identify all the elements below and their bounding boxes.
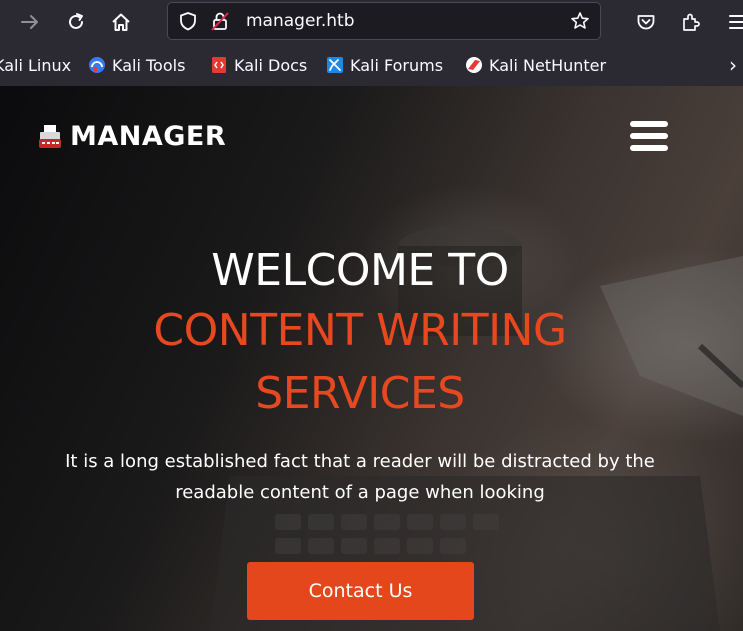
url-text[interactable]: manager.htb bbox=[246, 11, 354, 31]
hero-background-image bbox=[210, 226, 743, 631]
kali-tools-icon bbox=[89, 57, 105, 73]
bookmark-kali-tools[interactable]: Kali Tools bbox=[88, 54, 185, 76]
hamburger-bar bbox=[630, 121, 668, 127]
bookmarks-bar: Kali Linux Kali Tools Kali Docs Kali For… bbox=[0, 44, 743, 87]
forward-arrow-icon[interactable] bbox=[17, 9, 43, 35]
bookmark-star-icon[interactable] bbox=[570, 11, 590, 35]
hamburger-bar bbox=[630, 133, 668, 139]
hero-section: MANAGER WELCOME TO CONTENT WRITING SERVI… bbox=[0, 86, 743, 631]
reload-icon[interactable] bbox=[63, 9, 89, 35]
menu-icon[interactable] bbox=[725, 9, 743, 35]
hamburger-menu-button[interactable] bbox=[630, 121, 670, 153]
pocket-icon[interactable] bbox=[633, 9, 659, 35]
kali-docs-icon bbox=[212, 57, 226, 73]
brand-name: MANAGER bbox=[70, 121, 227, 152]
bookmark-label: Kali Docs bbox=[234, 55, 308, 75]
typewriter-icon bbox=[39, 124, 61, 148]
bookmark-label: Kali NetHunter bbox=[489, 55, 607, 75]
extensions-icon[interactable] bbox=[678, 9, 704, 35]
bookmark-label: Kali Linux bbox=[0, 55, 72, 75]
contact-us-button[interactable]: Contact Us bbox=[247, 562, 474, 620]
kali-nethunter-icon bbox=[466, 57, 482, 73]
bookmark-kali-nethunter[interactable]: Kali NetHunter bbox=[465, 54, 606, 76]
kali-forums-icon bbox=[327, 57, 343, 73]
browser-toolbar: manager.htb bbox=[0, 0, 743, 44]
bookmark-label: Kali Forums bbox=[350, 55, 444, 75]
shield-icon[interactable] bbox=[178, 11, 198, 35]
chevron-right-icon: › bbox=[729, 53, 737, 77]
bookmark-kali-linux[interactable]: Kali Linux bbox=[0, 54, 71, 76]
insecure-lock-icon[interactable] bbox=[210, 10, 230, 36]
home-icon[interactable] bbox=[108, 9, 134, 35]
brand-logo-link[interactable]: MANAGER bbox=[38, 121, 226, 152]
bookmark-kali-docs[interactable]: Kali Docs bbox=[210, 54, 307, 76]
bookmarks-overflow-button[interactable]: › bbox=[729, 53, 737, 77]
hamburger-bar bbox=[630, 145, 668, 151]
bookmark-label: Kali Tools bbox=[112, 55, 186, 75]
url-bar[interactable]: manager.htb bbox=[167, 2, 601, 40]
hero-heading-line-2: CONTENT WRITING bbox=[153, 305, 567, 356]
bookmark-kali-forums[interactable]: Kali Forums bbox=[326, 54, 443, 76]
hero-heading-line-1: WELCOME TO bbox=[211, 245, 509, 296]
hero-heading-line-3: SERVICES bbox=[255, 368, 465, 419]
hero-subtitle: It is a long established fact that a rea… bbox=[65, 451, 655, 503]
